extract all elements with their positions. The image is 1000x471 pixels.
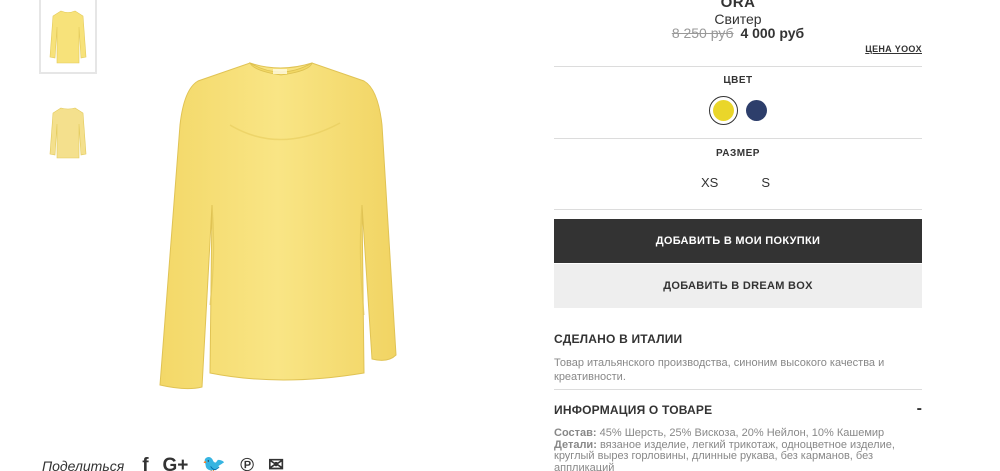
email-icon[interactable]: ✉: [268, 456, 284, 471]
details-value: вязаное изделие, легкий трикотаж, одноцв…: [554, 438, 895, 471]
add-to-cart-button[interactable]: ДОБАВИТЬ В МОИ ПОКУПКИ: [554, 219, 922, 263]
composition-value: 45% Шерсть, 25% Вискоза, 20% Нейлон, 10%…: [599, 427, 885, 439]
divider: [554, 389, 922, 390]
twitter-icon[interactable]: 🐦: [202, 456, 226, 471]
divider: [554, 138, 922, 139]
facebook-icon[interactable]: f: [142, 456, 148, 471]
details-label: Детали:: [554, 438, 597, 451]
thumbnail-back[interactable]: [39, 91, 97, 167]
add-to-dreambox-button[interactable]: ДОБАВИТЬ В DREAM BOX: [554, 264, 922, 308]
size-section-title: РАЗМЕР: [716, 148, 760, 159]
color-swatch-yellow[interactable]: [709, 96, 738, 125]
old-price: 8 250 руб: [671, 25, 734, 41]
sweater-thumbnail-image: [49, 10, 87, 64]
color-swatch-yellow-dot[interactable]: [713, 100, 734, 121]
size-options: XS S: [701, 175, 770, 190]
color-section-title: ЦВЕТ: [723, 75, 753, 86]
size-option-xs[interactable]: XS: [701, 175, 718, 190]
pinterest-icon[interactable]: ℗: [240, 456, 254, 471]
share-bar: Поделиться f G+ 🐦 ℗ ✉: [42, 456, 284, 471]
made-in-title: СДЕЛАНО В ИТАЛИИ: [554, 332, 683, 346]
sweater-thumbnail-back-image: [49, 107, 87, 159]
divider: [554, 209, 922, 210]
thumbnail-front[interactable]: [39, 0, 97, 74]
collapse-toggle-icon[interactable]: -: [917, 400, 922, 418]
color-swatch-navy[interactable]: [746, 100, 767, 121]
size-option-s[interactable]: S: [761, 175, 770, 190]
product-info-title[interactable]: ИНФОРМАЦИЯ О ТОВАРЕ: [554, 403, 712, 417]
product-info-text: Состав: 45% Шерсть, 25% Вискоза, 20% Ней…: [554, 427, 922, 471]
price-block: 8 250 руб 4 000 руб: [554, 25, 922, 41]
made-in-text: Товар итальянского производства, синоним…: [554, 357, 885, 383]
brand-name[interactable]: ORA: [554, 0, 922, 11]
share-label: Поделиться: [42, 458, 125, 471]
composition-label: Состав:: [554, 427, 597, 439]
current-price: 4 000 руб: [740, 25, 805, 41]
product-main-image[interactable]: [150, 55, 410, 395]
color-swatches: [709, 96, 767, 125]
google-plus-icon[interactable]: G+: [163, 456, 189, 471]
yoox-price-link[interactable]: ЦЕНА YOOX: [865, 44, 922, 54]
divider: [554, 66, 922, 67]
